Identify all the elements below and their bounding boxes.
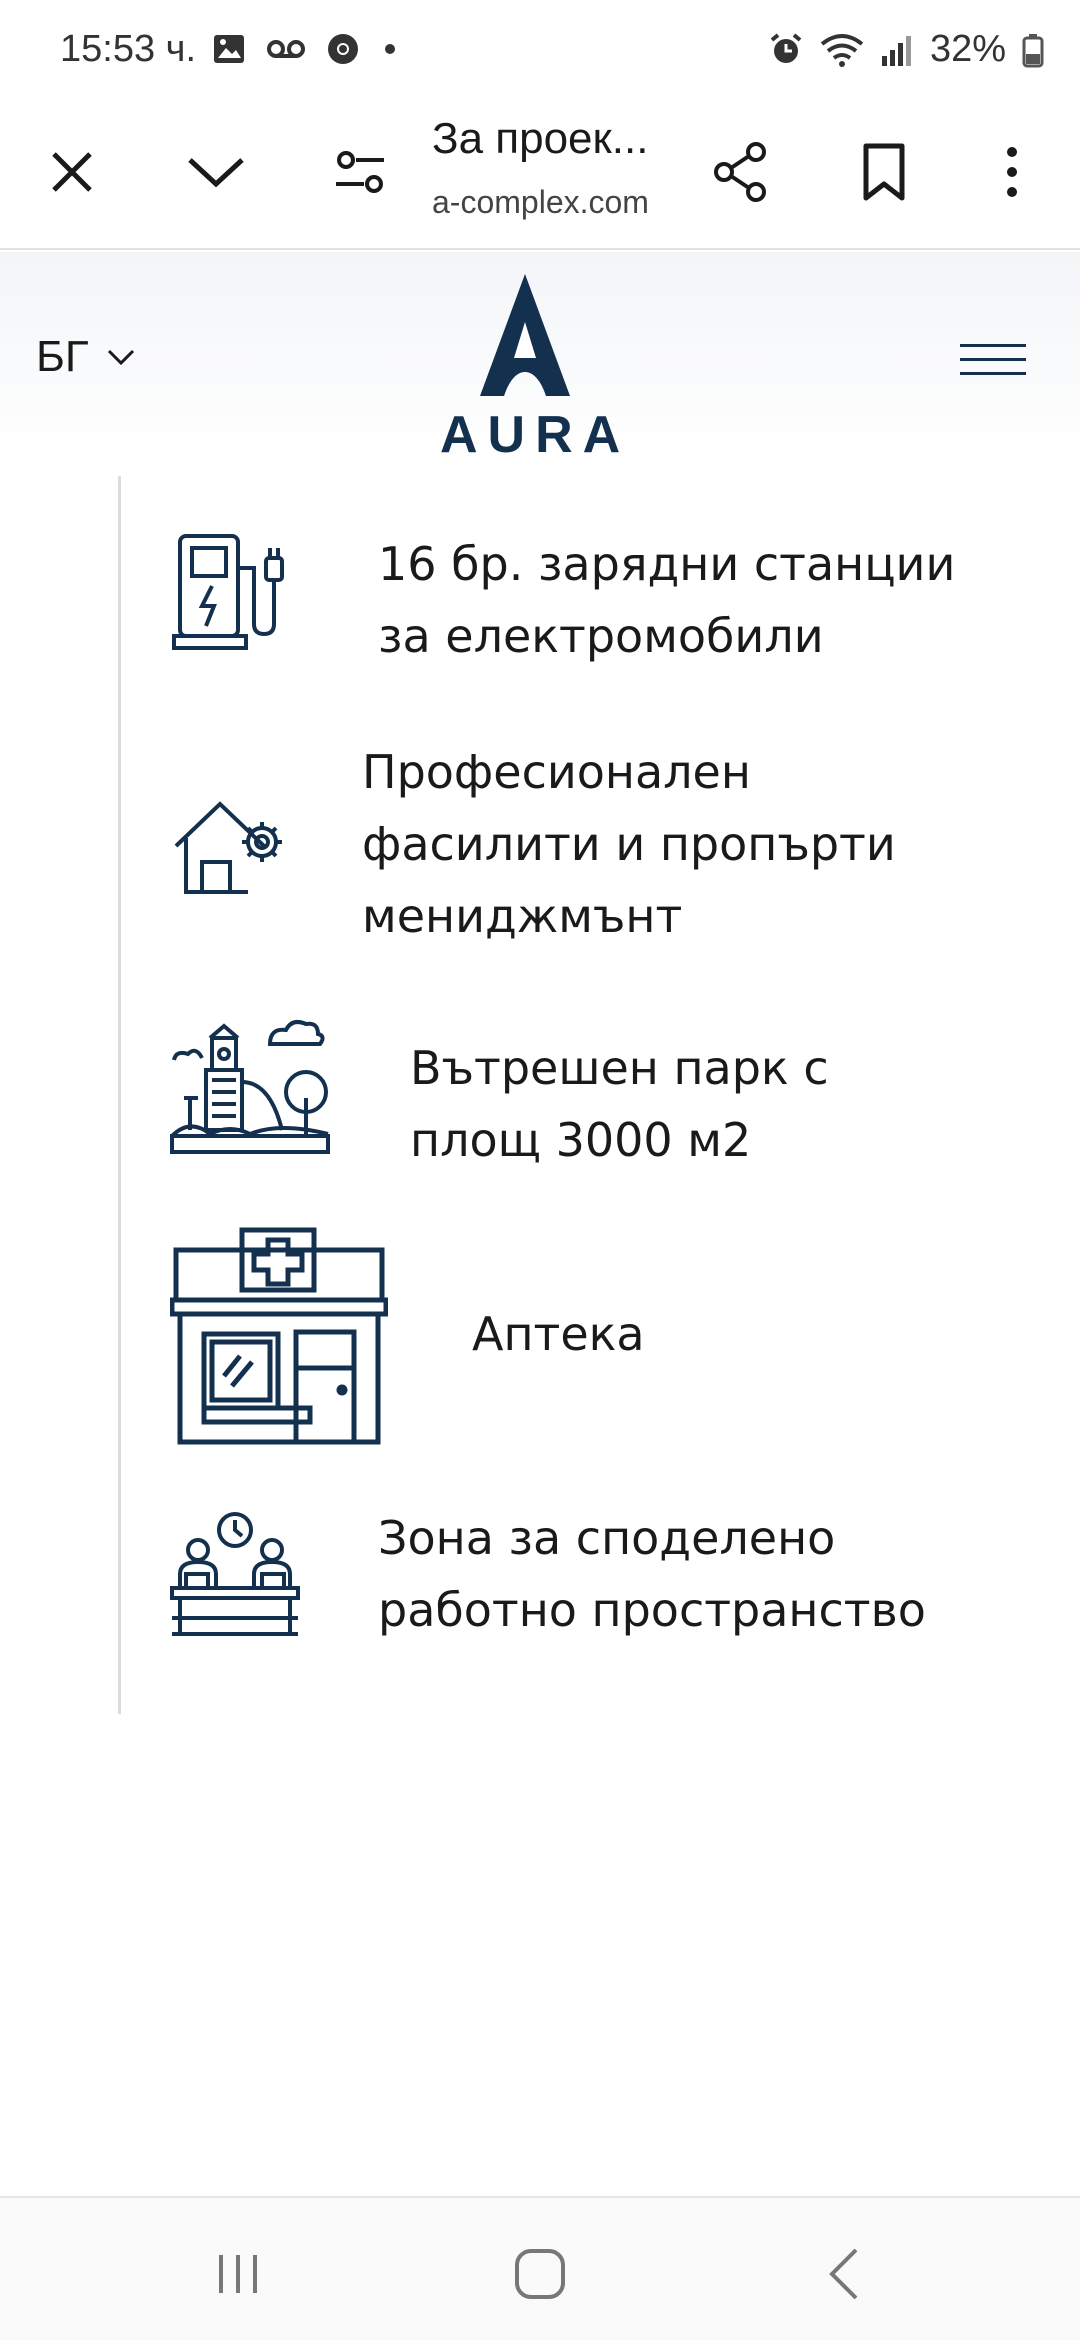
- share-icon: [714, 142, 766, 202]
- feature-line: площ 3000 м2: [410, 1113, 752, 1167]
- feature-line: Зона за споделено: [378, 1511, 836, 1565]
- bookmark-icon: [863, 143, 905, 201]
- ev-charger-icon: [172, 534, 284, 650]
- chevron-down-icon: [188, 158, 244, 188]
- recent-apps-button[interactable]: [198, 2234, 278, 2314]
- feature-line: 16 бр. зарядни станции: [378, 537, 956, 591]
- features-list: 16 бр. зарядни станции за електромобили …: [0, 462, 1080, 1714]
- battery-icon: [1022, 33, 1044, 67]
- coworking-icon: [170, 1512, 300, 1636]
- browser-toolbar: За проек... a-complex.com: [0, 100, 1080, 250]
- gallery-icon: [214, 35, 244, 63]
- feature-line: Вътрешен парк с: [410, 1041, 829, 1095]
- close-icon: [52, 152, 92, 192]
- site-settings-button[interactable]: [316, 128, 404, 216]
- chevron-down-icon: [107, 349, 134, 366]
- feature-line: мениджмънт: [362, 889, 683, 943]
- dot-icon: [385, 44, 395, 54]
- recent-apps-icon: [219, 2255, 257, 2293]
- feature-line: Професионален: [362, 745, 751, 799]
- page-title: За проек...: [432, 114, 649, 163]
- feature-line: фасилити и пропърти: [362, 817, 896, 871]
- alarm-icon: [770, 32, 802, 63]
- share-button[interactable]: [696, 128, 784, 216]
- battery-percent: 32%: [929, 28, 1006, 70]
- voicemail-icon: [267, 40, 305, 58]
- logo-text: AURA: [440, 406, 631, 464]
- back-icon: [829, 2248, 858, 2300]
- pharmacy-icon: [170, 1227, 388, 1445]
- house-gear-icon: [174, 801, 282, 894]
- site-header: БГ AURA: [0, 252, 1080, 464]
- system-nav-bar: [0, 2196, 1080, 2340]
- home-button[interactable]: [500, 2234, 580, 2314]
- status-bar: 15:53 ч. 32%: [0, 0, 1080, 100]
- feature-line: за електромобили: [378, 609, 824, 663]
- park-playground-icon: [170, 1020, 330, 1154]
- aura-logo[interactable]: AURA: [440, 270, 620, 464]
- language-selector[interactable]: БГ: [36, 332, 135, 382]
- more-options-button[interactable]: [968, 128, 1056, 216]
- feature-line: Аптека: [472, 1307, 645, 1361]
- status-time: 15:53 ч.: [60, 28, 197, 70]
- language-label: БГ: [36, 332, 89, 381]
- tune-icon: [336, 151, 384, 193]
- menu-button[interactable]: [960, 344, 1028, 384]
- more-vert-icon: [1007, 147, 1017, 197]
- divider-line: [118, 476, 121, 1714]
- bookmark-button[interactable]: [840, 128, 928, 216]
- page-url: a-complex.com: [432, 184, 649, 220]
- aura-logo-mark: [480, 274, 570, 396]
- feature-line: работно пространство: [378, 1583, 926, 1637]
- status-right: 32%: [768, 28, 1044, 71]
- home-icon: [515, 2249, 565, 2299]
- notification-icons: [212, 32, 400, 66]
- back-button[interactable]: [804, 2234, 884, 2314]
- signal-icon: [881, 35, 911, 66]
- wifi-icon: [820, 33, 864, 67]
- close-button[interactable]: [28, 128, 116, 216]
- chrome-icon: [328, 34, 358, 64]
- minimize-button[interactable]: [172, 128, 260, 216]
